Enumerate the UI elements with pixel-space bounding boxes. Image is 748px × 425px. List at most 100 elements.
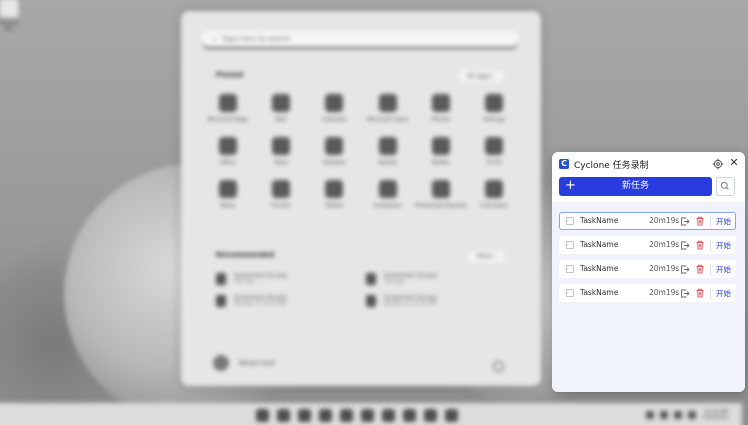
- pinned-app[interactable]: Calendar: [308, 94, 361, 124]
- widgets-icon[interactable]: [319, 409, 332, 422]
- photos-icon: [431, 94, 450, 112]
- export-icon[interactable]: [680, 216, 690, 226]
- power-icon[interactable]: [493, 361, 504, 372]
- pinned-app[interactable]: To Do: [468, 137, 521, 167]
- start-task-button[interactable]: 开始: [716, 288, 731, 299]
- pinned-app[interactable]: Netflix: [414, 137, 467, 167]
- taskbar-apps: [256, 409, 458, 422]
- pinned-app[interactable]: Instagram: [361, 180, 414, 210]
- divider: [710, 216, 711, 227]
- clock[interactable]: 11:32 AM 7/10/2023: [702, 409, 728, 421]
- cyclone-logo-icon: C: [559, 159, 569, 169]
- task-checkbox[interactable]: [566, 289, 574, 297]
- search-button[interactable]: [716, 177, 735, 196]
- trash-icon[interactable]: [695, 264, 705, 274]
- recycle-bin-icon: [0, 0, 19, 18]
- task-row[interactable]: TaskName 20m19s 开始: [559, 260, 736, 278]
- panel-title: Cyclone 任务录制: [574, 161, 649, 171]
- task-duration: 20m19s: [649, 240, 680, 249]
- start-task-button[interactable]: 开始: [716, 216, 731, 227]
- desktop-icon-label: Recycle Bin: [0, 20, 19, 32]
- pinned-app[interactable]: Solitaire: [308, 137, 361, 167]
- settings-gear-icon[interactable]: [712, 158, 724, 170]
- task-checkbox[interactable]: [566, 265, 574, 273]
- all-apps-button[interactable]: All apps ›: [459, 71, 504, 82]
- file-icon: [216, 295, 226, 307]
- user-account-button[interactable]: Miriam Graf: [213, 355, 274, 371]
- pinned-app[interactable]: News: [201, 180, 254, 210]
- export-icon[interactable]: [680, 240, 690, 250]
- edge-icon[interactable]: [340, 409, 353, 422]
- spotify-icon: [378, 137, 397, 156]
- more-button[interactable]: More ›: [469, 251, 505, 262]
- task-view-icon[interactable]: [298, 409, 311, 422]
- pinned-app[interactable]: Settings: [468, 94, 521, 124]
- recommended-list: Screenshot (5).png 14h ago Screenshot (3)…: [216, 273, 516, 307]
- pinned-apps-grid: Microsoft Edge Mail Calendar Microsoft S…: [201, 94, 521, 210]
- pinned-app[interactable]: PicsArt: [254, 180, 307, 210]
- task-duration: 20m19s: [649, 288, 680, 297]
- task-row[interactable]: TaskName 20m19s 开始: [559, 236, 736, 254]
- file-explorer-icon[interactable]: [361, 409, 374, 422]
- taskbar: 11:32 AM 7/10/2023: [0, 403, 742, 425]
- new-task-button[interactable]: + 新任务: [559, 177, 712, 196]
- new-task-label: 新任务: [621, 181, 649, 191]
- task-checkbox[interactable]: [566, 241, 574, 249]
- task-name: TaskName: [580, 288, 619, 297]
- mail-icon[interactable]: [403, 409, 416, 422]
- calculator-icon: [485, 180, 504, 199]
- trash-icon[interactable]: [695, 288, 705, 298]
- pinned-app[interactable]: Photoshop Express: [414, 180, 467, 210]
- cyclone-panel: C Cyclone 任务录制 ✕ + 新任务 TaskName 20m19s 开…: [552, 152, 745, 392]
- cyclone-taskbar-icon[interactable]: [424, 409, 437, 422]
- task-duration: 20m19s: [649, 264, 680, 273]
- solitaire-icon: [325, 137, 344, 156]
- recommended-item[interactable]: Screenshot (3).png 12h ago: [366, 273, 516, 285]
- settings-icon[interactable]: [445, 409, 458, 422]
- recommended-item[interactable]: Screenshot (4).png Monday at 11:31 AM: [366, 295, 516, 307]
- task-checkbox[interactable]: [566, 217, 574, 225]
- export-icon[interactable]: [680, 288, 690, 298]
- pinned-app[interactable]: Microsoft Store: [361, 94, 414, 124]
- search-icon: [720, 181, 729, 190]
- export-icon[interactable]: [680, 264, 690, 274]
- task-name: TaskName: [580, 240, 619, 249]
- close-icon[interactable]: ✕: [728, 157, 740, 169]
- pinned-app[interactable]: Twitter: [308, 180, 361, 210]
- instagram-icon: [378, 180, 397, 199]
- task-name: TaskName: [580, 264, 619, 273]
- chevron-up-icon[interactable]: [646, 411, 655, 419]
- store-icon: [378, 94, 397, 112]
- wifi-icon[interactable]: [660, 411, 669, 419]
- pinned-app[interactable]: Xbox: [254, 137, 307, 167]
- pinned-app[interactable]: Microsoft Edge: [201, 94, 254, 124]
- start-task-button[interactable]: 开始: [716, 240, 731, 251]
- search-icon[interactable]: [277, 409, 290, 422]
- divider: [710, 240, 711, 251]
- pinned-app[interactable]: Photos: [414, 94, 467, 124]
- recommended-item[interactable]: Screenshot (5).png 14h ago: [216, 273, 366, 285]
- start-icon[interactable]: [256, 409, 269, 422]
- task-row[interactable]: TaskName 20m19s 开始: [559, 284, 736, 302]
- battery-icon[interactable]: [688, 411, 697, 419]
- recommended-heading: Recommended: [216, 251, 275, 259]
- task-name: TaskName: [580, 216, 619, 225]
- recycle-bin-desktop-icon[interactable]: Recycle Bin: [0, 0, 22, 32]
- recommended-item[interactable]: Screenshot (6).png Monday at 11:32 AM: [216, 295, 366, 307]
- avatar: [213, 355, 229, 371]
- file-icon: [366, 295, 376, 307]
- trash-icon[interactable]: [695, 216, 705, 226]
- pinned-app[interactable]: Office: [201, 137, 254, 167]
- pinned-app[interactable]: Calculator: [468, 180, 521, 210]
- task-row[interactable]: TaskName 20m19s 开始: [559, 212, 736, 230]
- start-search-box[interactable]: ⌕ Type here to search: [201, 31, 519, 49]
- system-tray: 11:32 AM 7/10/2023: [646, 409, 728, 421]
- start-task-button[interactable]: 开始: [716, 264, 731, 275]
- pinned-app[interactable]: Mail: [254, 94, 307, 124]
- task-list: TaskName 20m19s 开始 TaskName 20m19s 开始 Ta…: [552, 202, 745, 392]
- volume-icon[interactable]: [674, 411, 683, 419]
- store-icon[interactable]: [382, 409, 395, 422]
- pinned-app[interactable]: Spotify: [361, 137, 414, 167]
- start-menu: ⌕ Type here to search Pinned All apps › …: [181, 11, 541, 386]
- trash-icon[interactable]: [695, 240, 705, 250]
